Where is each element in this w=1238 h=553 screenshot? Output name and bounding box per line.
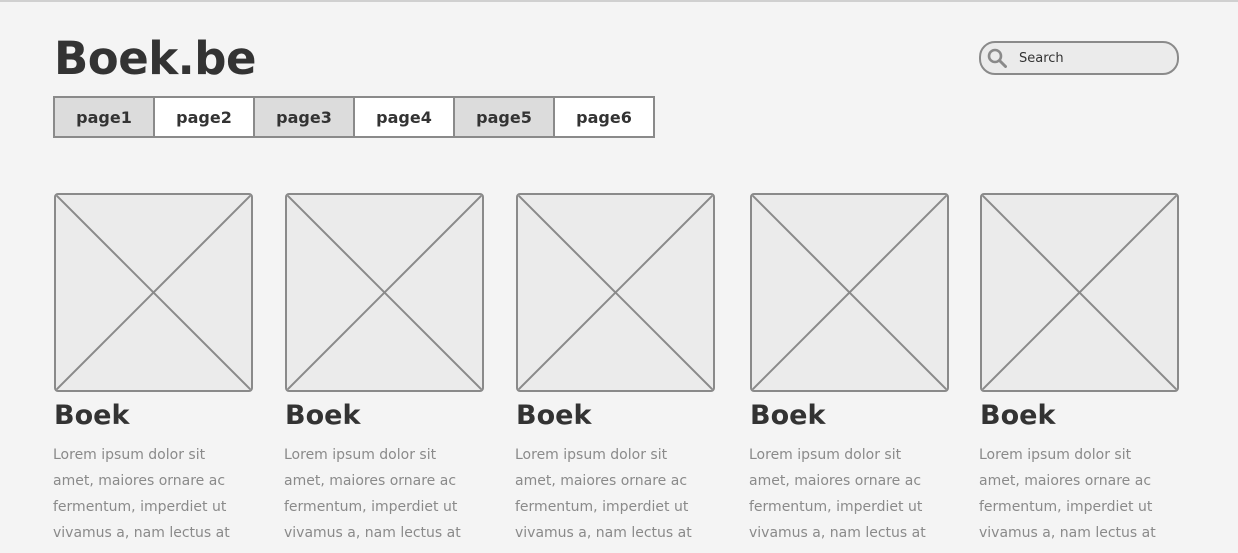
- book-card[interactable]: Boek Lorem ipsum dolor sit amet, maiores…: [979, 193, 1179, 546]
- book-image-placeholder[interactable]: [980, 193, 1179, 392]
- book-title[interactable]: Boek: [54, 400, 253, 432]
- book-image-placeholder[interactable]: [285, 193, 484, 392]
- search-input[interactable]: [1019, 43, 1169, 73]
- image-placeholder-icon: [518, 195, 713, 390]
- book-card[interactable]: Boek Lorem ipsum dolor sit amet, maiores…: [53, 193, 253, 546]
- nav-item-page5[interactable]: page5: [455, 98, 555, 136]
- book-description: Lorem ipsum dolor sit amet, maiores orna…: [53, 447, 230, 541]
- nav-item-page2[interactable]: page2: [155, 98, 255, 136]
- book-description: Lorem ipsum dolor sit amet, maiores orna…: [979, 447, 1156, 541]
- nav-item-page6[interactable]: page6: [555, 98, 653, 136]
- book-title[interactable]: Boek: [750, 400, 949, 432]
- book-image-placeholder[interactable]: [516, 193, 715, 392]
- nav-item-page3[interactable]: page3: [255, 98, 355, 136]
- image-placeholder-icon: [752, 195, 947, 390]
- book-image-placeholder[interactable]: [750, 193, 949, 392]
- nav-item-page4[interactable]: page4: [355, 98, 455, 136]
- top-divider: [0, 0, 1238, 2]
- site-logo[interactable]: Boek.be: [54, 30, 257, 88]
- book-image-placeholder[interactable]: [54, 193, 253, 392]
- book-description: Lorem ipsum dolor sit amet, maiores orna…: [515, 447, 692, 541]
- image-placeholder-icon: [982, 195, 1177, 390]
- book-title[interactable]: Boek: [980, 400, 1179, 432]
- book-card[interactable]: Boek Lorem ipsum dolor sit amet, maiores…: [515, 193, 715, 546]
- main-nav: page1 page2 page3 page4 page5 page6: [53, 96, 655, 138]
- book-description: Lorem ipsum dolor sit amet, maiores orna…: [284, 447, 461, 541]
- book-title[interactable]: Boek: [285, 400, 484, 432]
- image-placeholder-icon: [56, 195, 251, 390]
- book-card[interactable]: Boek Lorem ipsum dolor sit amet, maiores…: [284, 193, 484, 546]
- image-placeholder-icon: [287, 195, 482, 390]
- book-description: Lorem ipsum dolor sit amet, maiores orna…: [749, 447, 926, 541]
- book-title[interactable]: Boek: [516, 400, 715, 432]
- search-box[interactable]: [979, 41, 1179, 75]
- nav-item-page1[interactable]: page1: [55, 98, 155, 136]
- search-icon[interactable]: [987, 48, 1007, 68]
- book-card[interactable]: Boek Lorem ipsum dolor sit amet, maiores…: [749, 193, 949, 546]
